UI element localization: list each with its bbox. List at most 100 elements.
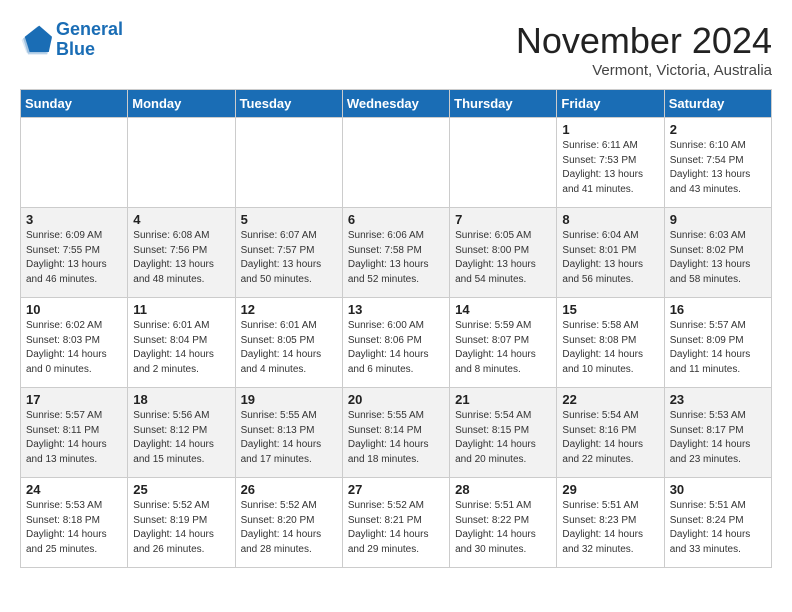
day-number: 7 <box>455 212 551 227</box>
calendar-day-cell: 28 Sunrise: 5:51 AM Sunset: 8:22 PM Dayli… <box>450 478 557 568</box>
day-info: Sunrise: 6:00 AM Sunset: 8:06 PM Dayligh… <box>348 319 444 377</box>
day-of-week-header: Friday <box>557 90 664 118</box>
day-info: Sunrise: 5:52 AM Sunset: 8:21 PM Dayligh… <box>348 499 444 557</box>
calendar-day-cell: 30 Sunrise: 5:51 AM Sunset: 8:24 PM Dayli… <box>664 478 771 568</box>
day-of-week-header: Saturday <box>664 90 771 118</box>
day-info: Sunrise: 6:04 AM Sunset: 8:01 PM Dayligh… <box>562 229 658 287</box>
calendar-day-cell: 6 Sunrise: 6:06 AM Sunset: 7:58 PM Daylig… <box>342 208 449 298</box>
logo-blue: Blue <box>56 39 95 59</box>
day-info: Sunrise: 6:07 AM Sunset: 7:57 PM Dayligh… <box>241 229 337 287</box>
calendar-day-cell: 29 Sunrise: 5:51 AM Sunset: 8:23 PM Dayli… <box>557 478 664 568</box>
day-number: 20 <box>348 392 444 407</box>
day-number: 29 <box>562 482 658 497</box>
day-info: Sunrise: 6:03 AM Sunset: 8:02 PM Dayligh… <box>670 229 766 287</box>
day-number: 21 <box>455 392 551 407</box>
calendar-day-cell: 15 Sunrise: 5:58 AM Sunset: 8:08 PM Dayli… <box>557 298 664 388</box>
day-number: 17 <box>26 392 122 407</box>
day-number: 1 <box>562 122 658 137</box>
day-number: 25 <box>133 482 229 497</box>
calendar-day-cell: 21 Sunrise: 5:54 AM Sunset: 8:15 PM Dayli… <box>450 388 557 478</box>
day-number: 23 <box>670 392 766 407</box>
calendar-day-cell: 20 Sunrise: 5:55 AM Sunset: 8:14 PM Dayli… <box>342 388 449 478</box>
calendar-day-cell: 12 Sunrise: 6:01 AM Sunset: 8:05 PM Dayli… <box>235 298 342 388</box>
calendar-week-row: 1 Sunrise: 6:11 AM Sunset: 7:53 PM Daylig… <box>21 118 772 208</box>
day-info: Sunrise: 5:53 AM Sunset: 8:17 PM Dayligh… <box>670 409 766 467</box>
day-info: Sunrise: 6:09 AM Sunset: 7:55 PM Dayligh… <box>26 229 122 287</box>
page-header: General Blue November 2024 Vermont, Vict… <box>20 20 772 79</box>
day-of-week-header: Monday <box>128 90 235 118</box>
month-title: November 2024 <box>516 20 772 62</box>
calendar-day-cell: 11 Sunrise: 6:01 AM Sunset: 8:04 PM Dayli… <box>128 298 235 388</box>
day-info: Sunrise: 5:52 AM Sunset: 8:19 PM Dayligh… <box>133 499 229 557</box>
calendar-day-cell: 4 Sunrise: 6:08 AM Sunset: 7:56 PM Daylig… <box>128 208 235 298</box>
day-info: Sunrise: 6:05 AM Sunset: 8:00 PM Dayligh… <box>455 229 551 287</box>
day-info: Sunrise: 5:51 AM Sunset: 8:24 PM Dayligh… <box>670 499 766 557</box>
calendar-header-row: SundayMondayTuesdayWednesdayThursdayFrid… <box>21 90 772 118</box>
day-number: 28 <box>455 482 551 497</box>
day-number: 15 <box>562 302 658 317</box>
calendar-day-cell: 7 Sunrise: 6:05 AM Sunset: 8:00 PM Daylig… <box>450 208 557 298</box>
day-number: 13 <box>348 302 444 317</box>
calendar-week-row: 24Sunrise: 5:53 AM Sunset: 8:18 PM Dayli… <box>21 478 772 568</box>
day-number: 6 <box>348 212 444 227</box>
day-number: 11 <box>133 302 229 317</box>
calendar-week-row: 17 Sunrise: 5:57 AM Sunset: 8:11 PM Dayli… <box>21 388 772 478</box>
calendar-day-cell <box>450 118 557 208</box>
calendar-day-cell: 18Sunrise: 5:56 AM Sunset: 8:12 PM Dayli… <box>128 388 235 478</box>
day-number: 26 <box>241 482 337 497</box>
calendar-day-cell: 22Sunrise: 5:54 AM Sunset: 8:16 PM Dayli… <box>557 388 664 478</box>
day-info: Sunrise: 5:51 AM Sunset: 8:22 PM Dayligh… <box>455 499 551 557</box>
calendar-week-row: 3 Sunrise: 6:09 AM Sunset: 7:55 PM Daylig… <box>21 208 772 298</box>
calendar-day-cell: 13 Sunrise: 6:00 AM Sunset: 8:06 PM Dayli… <box>342 298 449 388</box>
day-number: 14 <box>455 302 551 317</box>
calendar-day-cell: 27Sunrise: 5:52 AM Sunset: 8:21 PM Dayli… <box>342 478 449 568</box>
calendar-day-cell: 10 Sunrise: 6:02 AM Sunset: 8:03 PM Dayli… <box>21 298 128 388</box>
day-info: Sunrise: 5:51 AM Sunset: 8:23 PM Dayligh… <box>562 499 658 557</box>
day-info: Sunrise: 6:08 AM Sunset: 7:56 PM Dayligh… <box>133 229 229 287</box>
calendar-day-cell: 17 Sunrise: 5:57 AM Sunset: 8:11 PM Dayli… <box>21 388 128 478</box>
day-info: Sunrise: 5:55 AM Sunset: 8:14 PM Dayligh… <box>348 409 444 467</box>
calendar-day-cell: 1 Sunrise: 6:11 AM Sunset: 7:53 PM Daylig… <box>557 118 664 208</box>
day-info: Sunrise: 5:58 AM Sunset: 8:08 PM Dayligh… <box>562 319 658 377</box>
calendar-day-cell <box>128 118 235 208</box>
day-info: Sunrise: 6:11 AM Sunset: 7:53 PM Dayligh… <box>562 139 658 197</box>
day-info: Sunrise: 5:59 AM Sunset: 8:07 PM Dayligh… <box>455 319 551 377</box>
day-info: Sunrise: 6:02 AM Sunset: 8:03 PM Dayligh… <box>26 319 122 377</box>
calendar-day-cell: 9 Sunrise: 6:03 AM Sunset: 8:02 PM Daylig… <box>664 208 771 298</box>
calendar-table: SundayMondayTuesdayWednesdayThursdayFrid… <box>20 89 772 568</box>
calendar-day-cell: 25 Sunrise: 5:52 AM Sunset: 8:19 PM Dayli… <box>128 478 235 568</box>
day-info: Sunrise: 6:10 AM Sunset: 7:54 PM Dayligh… <box>670 139 766 197</box>
calendar-day-cell: 14 Sunrise: 5:59 AM Sunset: 8:07 PM Dayli… <box>450 298 557 388</box>
day-info: Sunrise: 5:57 AM Sunset: 8:09 PM Dayligh… <box>670 319 766 377</box>
day-number: 12 <box>241 302 337 317</box>
day-number: 30 <box>670 482 766 497</box>
day-info: Sunrise: 5:55 AM Sunset: 8:13 PM Dayligh… <box>241 409 337 467</box>
logo-general: General <box>56 19 123 39</box>
day-info: Sunrise: 5:54 AM Sunset: 8:15 PM Dayligh… <box>455 409 551 467</box>
calendar-day-cell: 26Sunrise: 5:52 AM Sunset: 8:20 PM Dayli… <box>235 478 342 568</box>
day-number: 2 <box>670 122 766 137</box>
day-of-week-header: Tuesday <box>235 90 342 118</box>
calendar-day-cell <box>21 118 128 208</box>
day-of-week-header: Wednesday <box>342 90 449 118</box>
calendar-day-cell: 5 Sunrise: 6:07 AM Sunset: 7:57 PM Daylig… <box>235 208 342 298</box>
day-number: 10 <box>26 302 122 317</box>
day-info: Sunrise: 5:56 AM Sunset: 8:12 PM Dayligh… <box>133 409 229 467</box>
day-info: Sunrise: 5:54 AM Sunset: 8:16 PM Dayligh… <box>562 409 658 467</box>
day-number: 3 <box>26 212 122 227</box>
day-of-week-header: Thursday <box>450 90 557 118</box>
day-info: Sunrise: 6:01 AM Sunset: 8:04 PM Dayligh… <box>133 319 229 377</box>
day-number: 5 <box>241 212 337 227</box>
calendar-day-cell <box>235 118 342 208</box>
day-number: 4 <box>133 212 229 227</box>
day-info: Sunrise: 6:06 AM Sunset: 7:58 PM Dayligh… <box>348 229 444 287</box>
day-number: 8 <box>562 212 658 227</box>
logo: General Blue <box>20 20 123 60</box>
logo-icon <box>20 24 52 56</box>
day-info: Sunrise: 5:57 AM Sunset: 8:11 PM Dayligh… <box>26 409 122 467</box>
calendar-day-cell: 19Sunrise: 5:55 AM Sunset: 8:13 PM Dayli… <box>235 388 342 478</box>
day-number: 9 <box>670 212 766 227</box>
day-info: Sunrise: 6:01 AM Sunset: 8:05 PM Dayligh… <box>241 319 337 377</box>
calendar-day-cell <box>342 118 449 208</box>
calendar-week-row: 10 Sunrise: 6:02 AM Sunset: 8:03 PM Dayli… <box>21 298 772 388</box>
